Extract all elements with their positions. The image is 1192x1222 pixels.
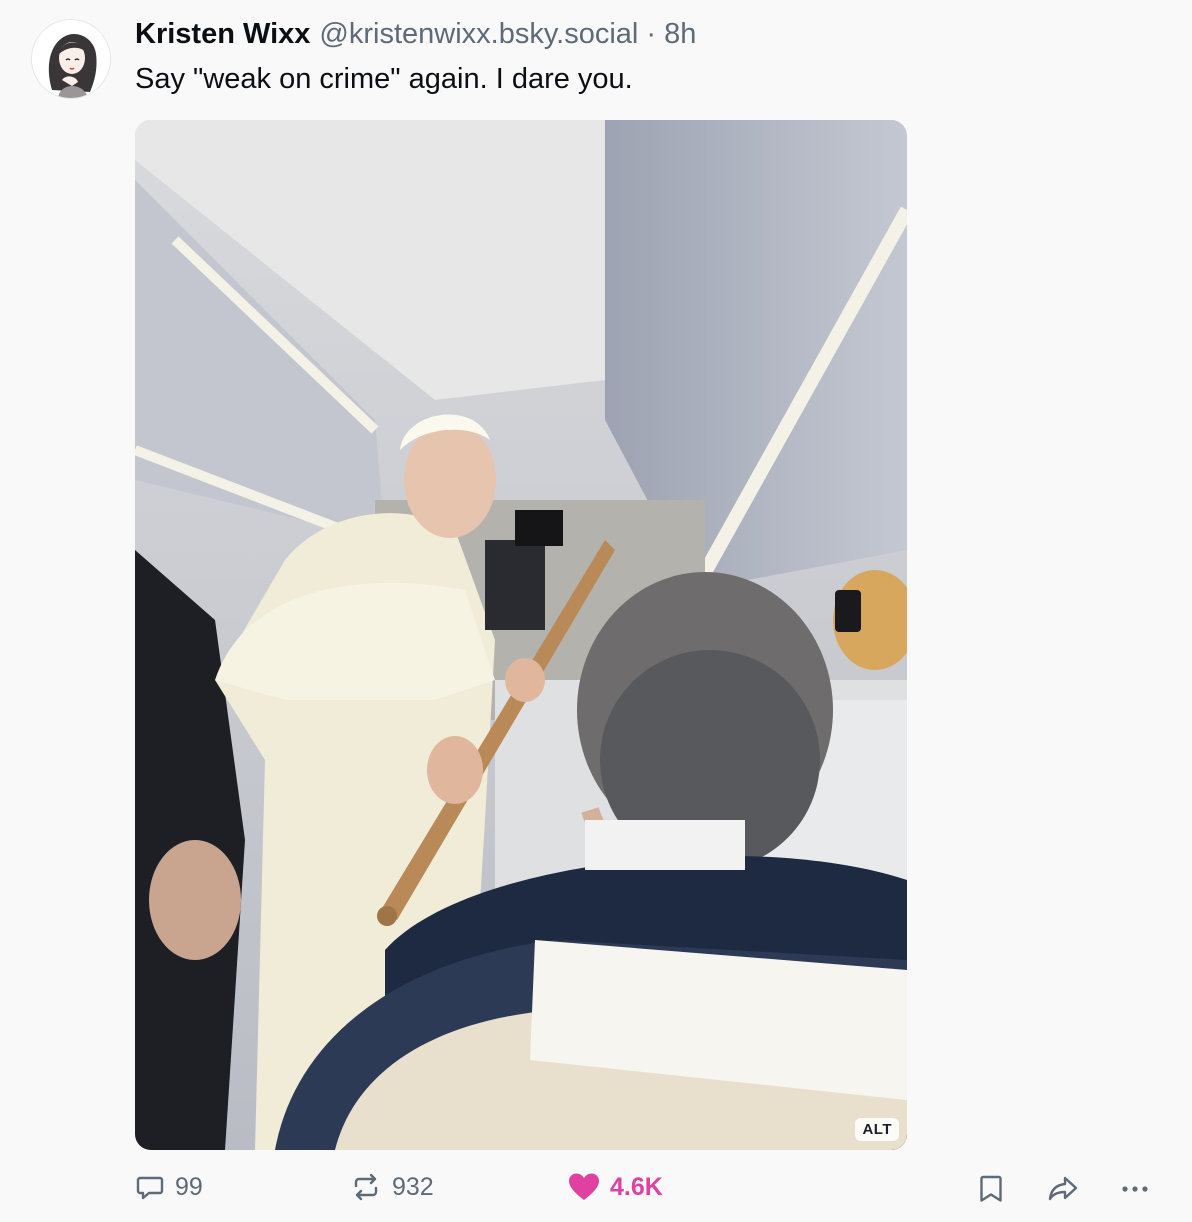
post: Kristen Wixx @kristenwixx.bsky.social · … xyxy=(0,0,1192,1222)
bookmark-icon xyxy=(980,1175,1002,1202)
post-timestamp[interactable]: 8h xyxy=(664,18,696,51)
author-display-name[interactable]: Kristen Wixx xyxy=(135,18,310,51)
post-text: Say "weak on crime" again. I dare you. xyxy=(135,63,633,95)
more-options-button[interactable] xyxy=(1118,1172,1152,1206)
heart-icon xyxy=(569,1173,599,1200)
photo-airplane-cabin-icon xyxy=(135,120,907,1150)
author-avatar[interactable] xyxy=(32,20,110,98)
repost-icon xyxy=(354,1173,378,1201)
repost-count: 932 xyxy=(392,1172,434,1201)
reply-icon xyxy=(136,1176,164,1200)
alt-text-badge[interactable]: ALT xyxy=(855,1118,899,1141)
post-image[interactable]: ALT xyxy=(135,120,907,1150)
avatar-illustration-icon xyxy=(32,20,110,98)
post-actions: 99 932 4.6K xyxy=(0,1168,1192,1212)
share-button[interactable] xyxy=(1046,1172,1080,1206)
author-handle[interactable]: @kristenwixx.bsky.social xyxy=(319,18,638,51)
more-icon xyxy=(1122,1186,1148,1192)
like-count: 4.6K xyxy=(610,1172,663,1201)
reply-count: 99 xyxy=(175,1172,203,1201)
bookmark-button[interactable] xyxy=(974,1172,1008,1206)
like-button[interactable]: 4.6K xyxy=(568,1172,663,1202)
repost-button[interactable]: 932 xyxy=(350,1172,434,1202)
separator-dot: · xyxy=(646,18,657,50)
share-icon xyxy=(1048,1176,1078,1201)
post-header: Kristen Wixx @kristenwixx.bsky.social · … xyxy=(135,18,696,54)
reply-button[interactable]: 99 xyxy=(135,1172,203,1202)
